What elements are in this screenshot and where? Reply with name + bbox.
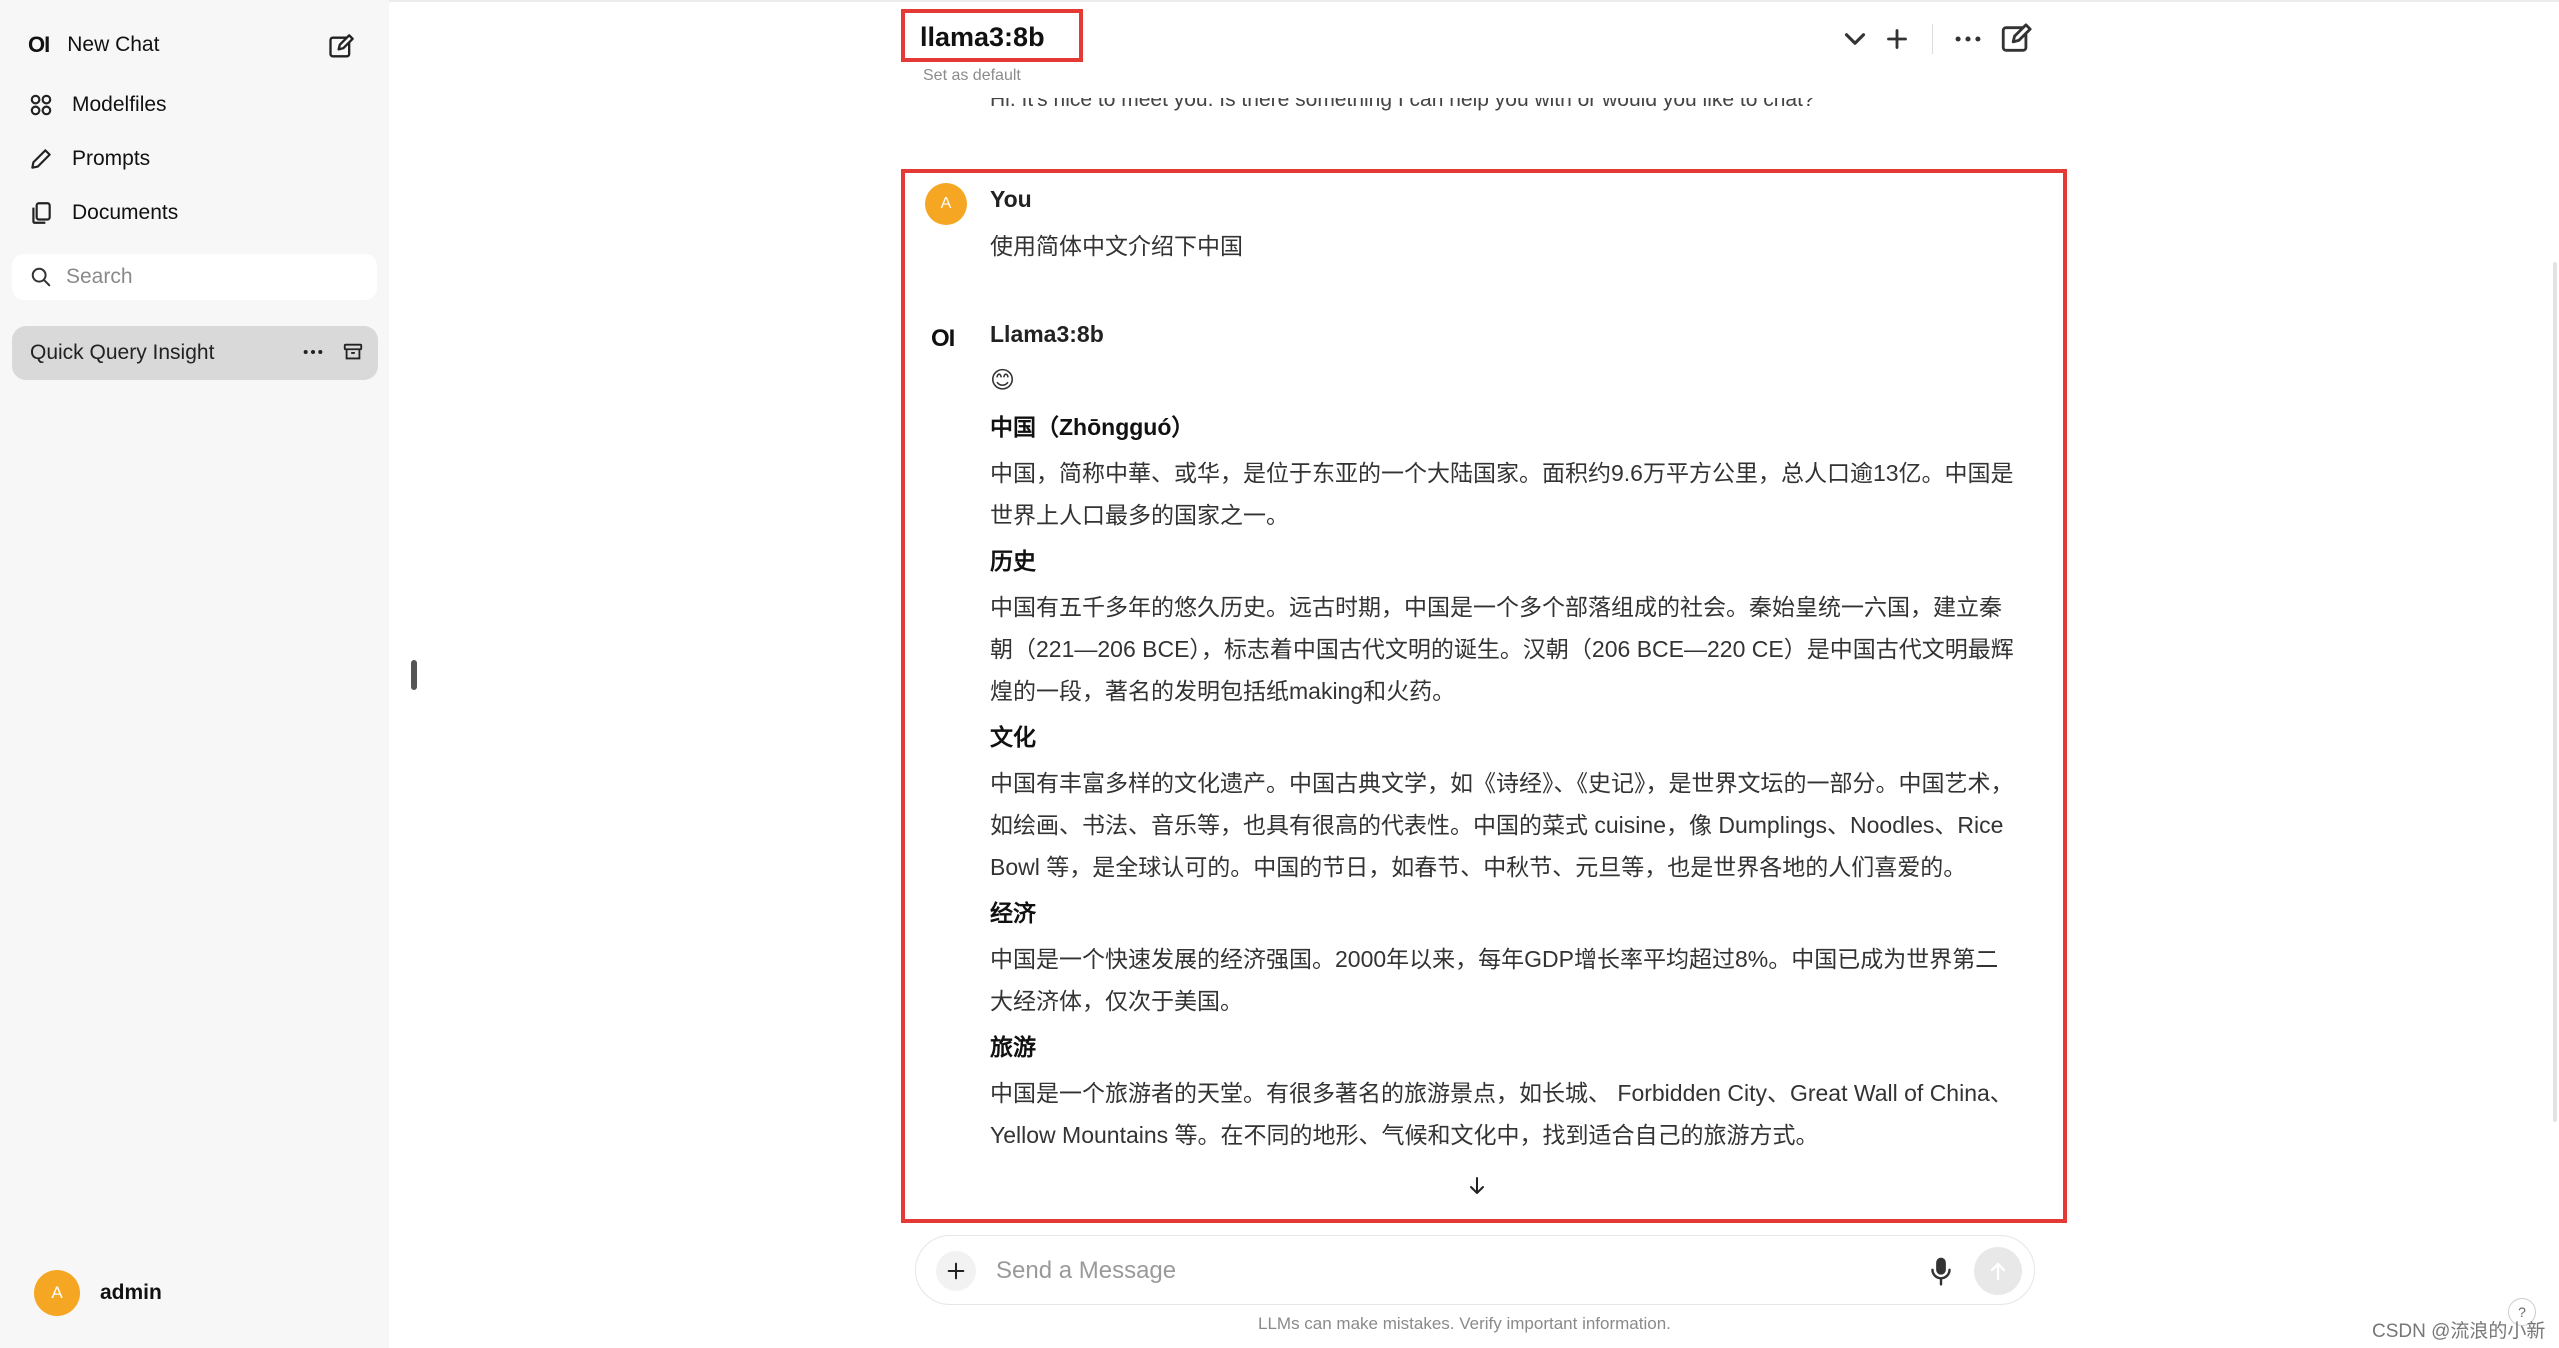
- user-avatar: A: [925, 183, 967, 225]
- archive-icon[interactable]: [342, 340, 364, 364]
- message-composer: [915, 1235, 2035, 1305]
- send-button[interactable]: [1974, 1247, 2022, 1295]
- avatar: A: [34, 1270, 80, 1316]
- chat-item[interactable]: Quick Query Insight: [12, 326, 378, 380]
- message-input[interactable]: [996, 1250, 1796, 1292]
- sidebar-item-documents[interactable]: Documents: [28, 200, 178, 226]
- search-icon: [31, 267, 51, 287]
- microphone-icon[interactable]: [1926, 1254, 1956, 1288]
- sidebar-item-label: Prompts: [72, 147, 151, 170]
- section-heading: 旅游: [990, 1034, 1036, 1060]
- user-name: admin: [100, 1281, 162, 1304]
- section-heading: 经济: [990, 900, 1036, 926]
- user-menu[interactable]: A admin: [34, 1270, 162, 1316]
- sidebar-drag-handle[interactable]: [411, 660, 417, 690]
- scroll-to-bottom-button[interactable]: [1463, 1172, 1491, 1200]
- more-icon[interactable]: [302, 340, 324, 364]
- previous-message-text: Hi. It's nice to meet you. Is there some…: [990, 88, 1815, 111]
- oi-logo: OI: [28, 32, 50, 57]
- documents-icon: [32, 202, 51, 224]
- search-box: [12, 254, 377, 300]
- disclaimer-text: LLMs can make mistakes. Verify important…: [1258, 1314, 1671, 1333]
- watermark: CSDN @流浪的小新: [2372, 1321, 2546, 1342]
- top-border: [389, 0, 2559, 2]
- arrow-down-icon: [1470, 1177, 1484, 1194]
- modelfiles-icon: [30, 94, 52, 116]
- add-model-icon[interactable]: [1880, 22, 1914, 56]
- app: OI New Chat Modelfiles Prompts Documents…: [0, 0, 2559, 1348]
- search-input[interactable]: [66, 265, 346, 289]
- attach-button[interactable]: [936, 1251, 976, 1291]
- compose-icon[interactable]: [1999, 22, 2033, 56]
- arrow-up-icon: [1990, 1262, 2006, 1281]
- section-heading: 历史: [990, 548, 1036, 574]
- section-heading: 中国（Zhōngguó）: [990, 414, 1195, 440]
- chevron-down-icon[interactable]: [1838, 22, 1872, 56]
- sidebar-item-prompts[interactable]: Prompts: [28, 146, 150, 172]
- compose-icon[interactable]: [327, 33, 355, 61]
- new-chat-button[interactable]: OI New Chat: [28, 32, 159, 58]
- chat-item-title: Quick Query Insight: [30, 341, 215, 364]
- model-selector[interactable]: llama3:8b: [920, 22, 1045, 53]
- sidebar-item-modelfiles[interactable]: Modelfiles: [28, 92, 167, 118]
- new-chat-label: New Chat: [67, 33, 160, 56]
- smile-emoji: 😊: [990, 367, 1016, 394]
- bot-name: Llama3:8b: [990, 321, 1104, 347]
- user-name: You: [990, 186, 1032, 212]
- section-heading: 文化: [990, 724, 1036, 750]
- section-text: 中国是一个旅游者的天堂。有很多著名的旅游景点，如长城、 Forbidden Ci…: [990, 1080, 2013, 1148]
- chat-item-actions: [302, 340, 364, 364]
- more-icon[interactable]: [1951, 22, 1985, 56]
- sidebar-item-label: Modelfiles: [72, 93, 167, 116]
- set-as-default-link[interactable]: Set as default: [923, 67, 1021, 85]
- scrollbar[interactable]: [2553, 262, 2557, 1122]
- user-message: 使用简体中文介绍下中国: [990, 233, 1243, 259]
- sidebar-item-label: Documents: [72, 201, 179, 224]
- pencil-icon: [31, 149, 51, 169]
- header-divider: [1932, 24, 1933, 54]
- section-text: 中国有丰富多样的文化遗产。中国古典文学，如《诗经》、《史记》，是世界文坛的一部分…: [990, 770, 2014, 880]
- section-text: 中国是一个快速发展的经济强国。2000年以来，每年GDP增长率平均超过8%。中国…: [990, 946, 1999, 1014]
- plus-icon: [947, 1262, 965, 1280]
- section-text: 中国，简称中華、或华，是位于东亚的一个大陆国家。面积约9.6万平方公里，总人口逾…: [990, 460, 2014, 528]
- bot-avatar: OI: [931, 325, 955, 352]
- section-text: 中国有五千多年的悠久历史。远古时期，中国是一个多个部落组成的社会。秦始皇统一六国…: [990, 594, 2014, 704]
- bot-reply: 😊 中国（Zhōngguó） 中国，简称中華、或华，是位于东亚的一个大陆国家。面…: [990, 360, 2018, 1156]
- sidebar: OI New Chat Modelfiles Prompts Documents…: [0, 0, 389, 1348]
- header-actions: [1838, 22, 2033, 56]
